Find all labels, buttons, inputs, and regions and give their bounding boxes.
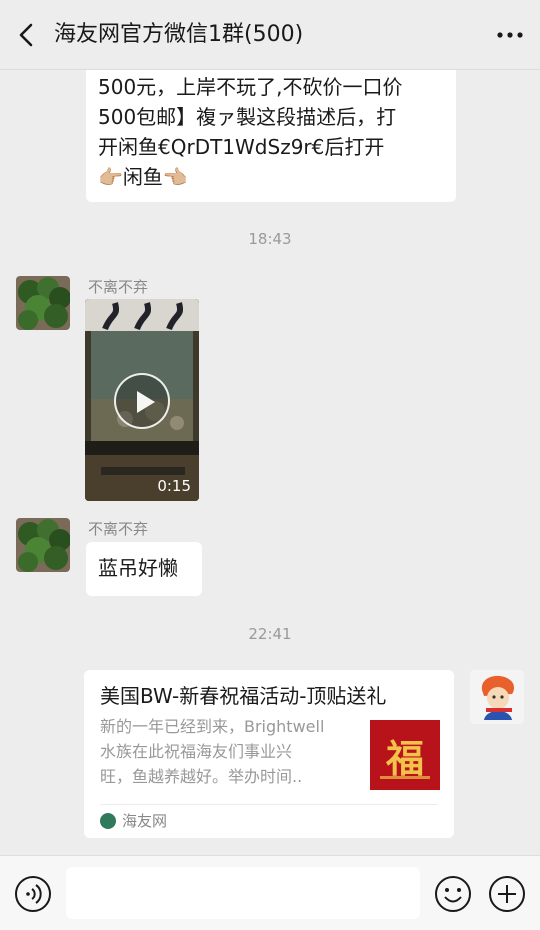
back-arrow-icon[interactable] [12,20,42,50]
link-card-desc-line: 水族在此祝福海友们事业兴 [100,742,293,761]
message-input[interactable] [66,867,420,919]
link-card-source: 海友网 [122,812,168,830]
avatar[interactable] [470,670,524,724]
plus-icon[interactable] [488,875,526,913]
message-bubble[interactable]: 蓝吊好懒 [86,542,202,596]
emoji-icon[interactable] [434,875,472,913]
link-card-desc-line: 旺，鱼越养越好。举办时间.. [100,767,303,786]
link-card-title: 美国BW-新春祝福活动-顶贴送礼 [100,684,387,708]
message-text-line: 500包邮】複ァ製这段描述后，打 [98,105,397,129]
avatar[interactable] [16,518,70,572]
input-bar [0,855,540,930]
more-options-icon[interactable] [494,20,526,50]
timestamp: 22:41 [248,625,292,643]
message-text-line: 👉🏼闲鱼👈🏼 [98,165,188,189]
message-bubble[interactable]: 500元，上岸不玩了,不砍价一口价 500包邮】複ァ製这段描述后，打 开闲鱼€Q… [86,70,456,202]
source-logo-icon [100,813,116,829]
message-text-line: 500元，上岸不玩了,不砍价一口价 [98,75,403,99]
divider [100,804,438,805]
link-card-desc-line: 新的一年已经到来，Brightwell [100,717,325,736]
link-card[interactable]: 美国BW-新春祝福活动-顶贴送礼 新的一年已经到来，Brightwell 水族在… [84,670,454,838]
sender-name: 不离不弃 [88,278,149,296]
link-card-description: 新的一年已经到来，Brightwell 水族在此祝福海友们事业兴 旺，鱼越养越好… [100,714,352,789]
video-duration: 0:15 [157,477,191,495]
play-icon[interactable] [114,373,170,429]
message-text: 蓝吊好懒 [98,556,178,580]
chat-header: 海友网官方微信1群(500) [0,0,540,70]
chat-title: 海友网官方微信1群(500) [54,22,304,47]
message-list[interactable]: 500元，上岸不玩了,不砍价一口价 500包邮】複ァ製这段描述后，打 开闲鱼€Q… [0,70,540,855]
sender-name: 不离不弃 [88,520,149,538]
fu-character: 福 [385,736,424,781]
avatar[interactable] [16,276,70,330]
voice-input-icon[interactable] [14,875,52,913]
timestamp: 18:43 [248,230,292,248]
message-text-line: 开闲鱼€QrDT1WdSz9r€后打开 [98,135,385,159]
link-card-thumbnail: 福 [370,720,440,790]
thumb-decoration [380,776,430,779]
video-message[interactable]: 0:15 [85,299,199,501]
